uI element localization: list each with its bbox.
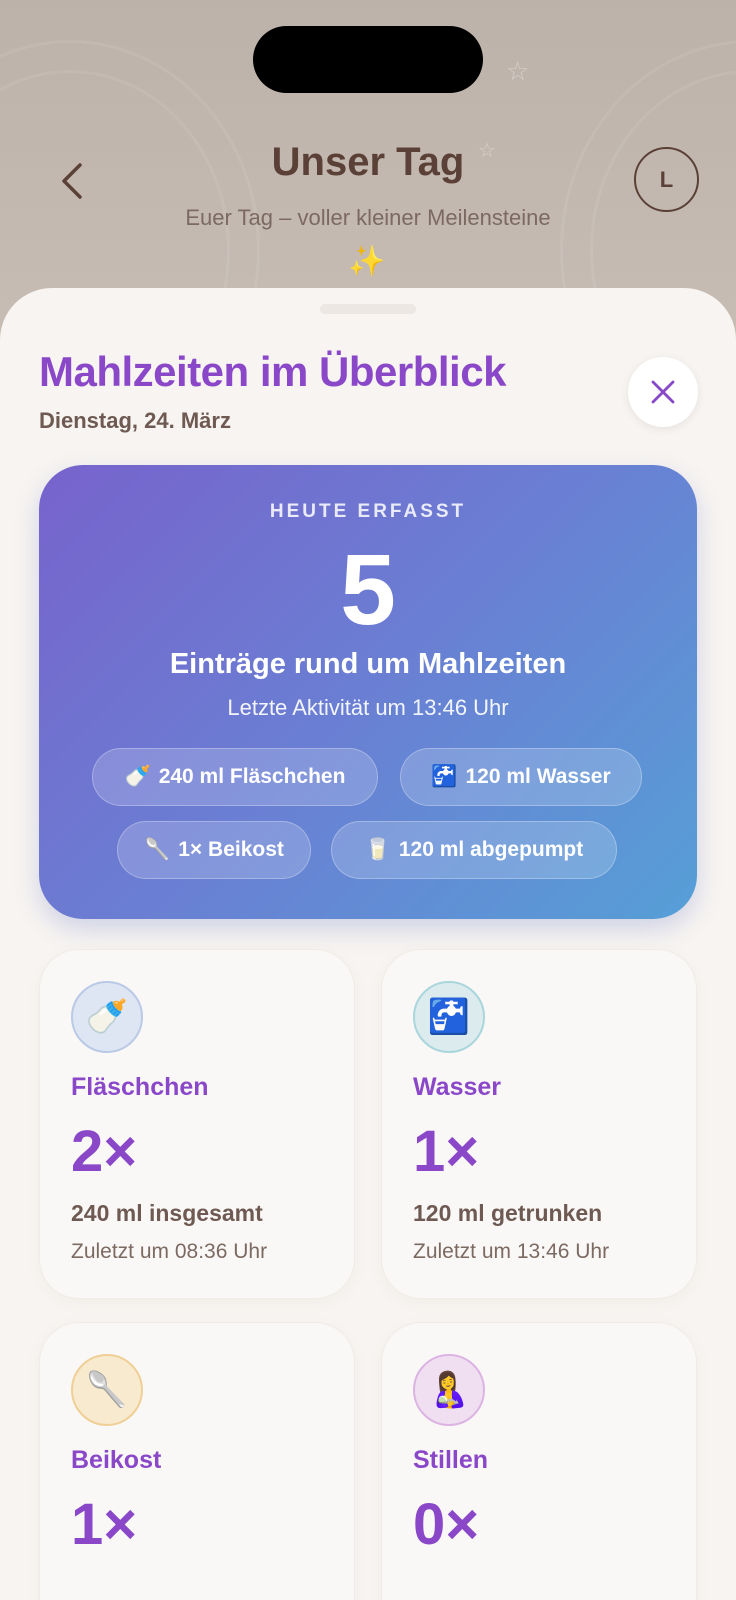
meals-sheet: Mahlzeiten im Überblick Dienstag, 24. Mä… <box>0 288 736 1600</box>
sheet-title: Mahlzeiten im Überblick <box>39 348 506 395</box>
page-subtitle: Euer Tag – voller kleiner Meilensteine <box>185 205 551 230</box>
avatar[interactable]: L <box>634 147 699 212</box>
sheet-grabber[interactable] <box>320 304 416 314</box>
card-title: Stillen <box>413 1446 489 1474</box>
chip-solid-food: 🥄 1× Beikost <box>117 821 311 879</box>
sparkle-icon: ✨ <box>348 245 386 278</box>
card-last-time: Zuletzt um 08:36 Uhr <box>71 1240 268 1263</box>
summary-label: Einträge rund um Mahlzeiten <box>169 648 567 680</box>
water-tap-icon: 🚰 <box>431 765 458 788</box>
summary-count: 5 <box>340 534 396 646</box>
last-activity: Letzte Aktivität um 13:46 Uhr <box>227 695 509 720</box>
close-button[interactable] <box>628 357 698 427</box>
card-count: 1× <box>71 1492 138 1557</box>
card-title: Wasser <box>413 1073 502 1101</box>
camera-notch <box>253 26 483 93</box>
chip-label: 240 ml Fläschchen <box>158 765 346 788</box>
sheet-date: Dienstag, 24. März <box>39 408 231 433</box>
chip-pumped: 🥛 120 ml abgepumpt <box>331 821 617 879</box>
card-last-time: Zuletzt um 13:46 Uhr <box>413 1240 610 1263</box>
summary-kicker: HEUTE ERFASST <box>269 501 467 522</box>
breastfeeding-icon: 🤱 <box>413 1354 485 1426</box>
spoon-icon: 🥄 <box>71 1354 143 1426</box>
milk-glass-icon: 🥛 <box>364 838 391 861</box>
card-breastfeeding[interactable]: 🤱 Stillen 0× <box>381 1322 697 1600</box>
card-count: 1× <box>413 1119 480 1184</box>
summary-card: HEUTE ERFASST 5 Einträge rund um Mahlzei… <box>39 465 697 919</box>
chip-bottle: 🍼 240 ml Fläschchen <box>92 748 378 806</box>
chip-label: 1× Beikost <box>178 838 284 861</box>
card-amount: 240 ml insgesamt <box>71 1200 263 1226</box>
water-tap-icon: 🚰 <box>413 981 485 1053</box>
card-title: Beikost <box>71 1446 162 1474</box>
page-title: Unser Tag <box>271 140 465 184</box>
close-icon <box>651 380 675 404</box>
card-water[interactable]: 🚰 Wasser 1× 120 ml getrunken Zuletzt um … <box>381 949 697 1299</box>
card-title: Fläschchen <box>71 1073 209 1101</box>
chip-label: 120 ml abgepumpt <box>398 838 584 861</box>
card-count: 0× <box>413 1492 480 1557</box>
card-amount: 120 ml getrunken <box>413 1200 603 1226</box>
card-solid-food[interactable]: 🥄 Beikost 1× <box>39 1322 355 1600</box>
chip-label: 120 ml Wasser <box>465 765 611 788</box>
card-count: 2× <box>71 1119 138 1184</box>
chip-water: 🚰 120 ml Wasser <box>400 748 642 806</box>
star-icon: ☆ <box>506 56 530 86</box>
bottle-icon: 🍼 <box>124 765 151 788</box>
bottle-icon: 🍼 <box>71 981 143 1053</box>
spoon-icon: 🥄 <box>144 838 171 861</box>
card-bottle[interactable]: 🍼 Fläschchen 2× 240 ml insgesamt Zuletzt… <box>39 949 355 1299</box>
